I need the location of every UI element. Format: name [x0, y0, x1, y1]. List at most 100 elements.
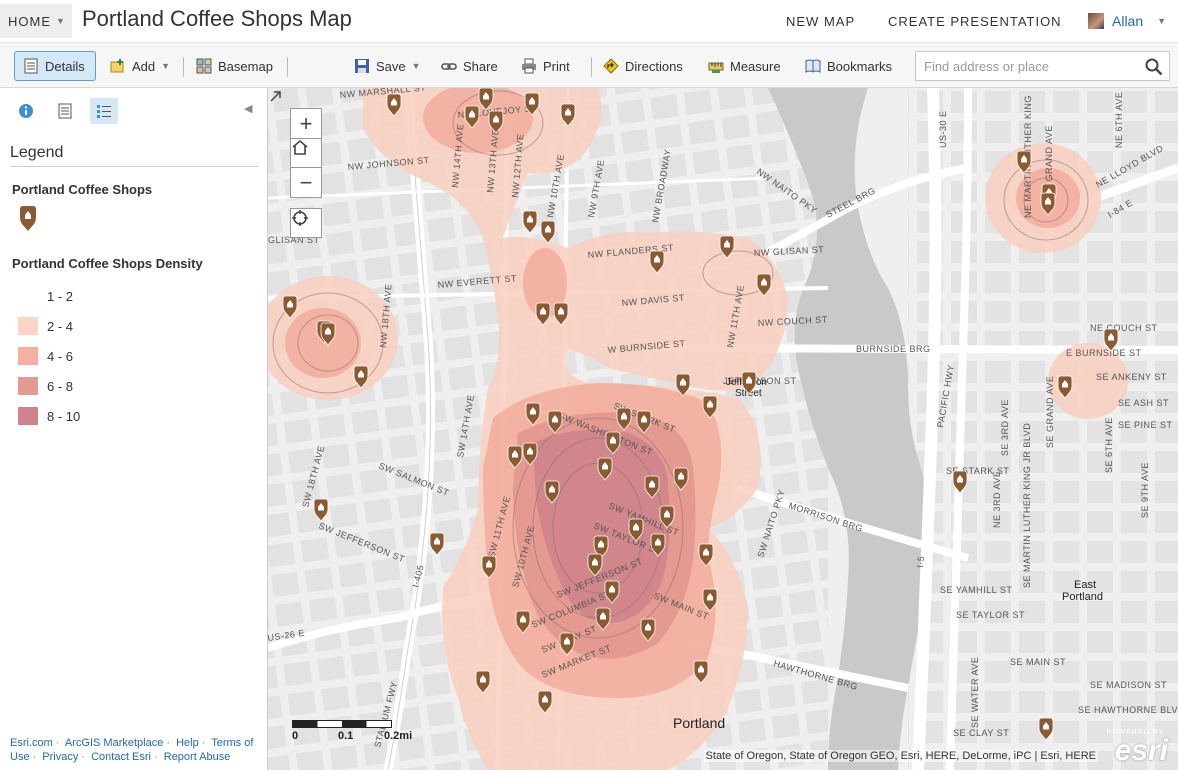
share-label: Share: [463, 58, 498, 74]
label-se-madison: SE MADISON ST: [1090, 680, 1167, 690]
add-button[interactable]: Add ▼: [110, 51, 170, 81]
coffee-marker-icon: [20, 206, 36, 231]
footer-link-privacy[interactable]: Privacy: [42, 751, 78, 763]
footer-link-report-abuse[interactable]: Report Abuse: [164, 751, 231, 763]
label-ne-6th: NE 6TH AVE: [1114, 92, 1124, 148]
content-list-icon: [58, 103, 72, 119]
details-button[interactable]: Details: [14, 51, 96, 81]
label-ne-couch: NE COUCH ST: [1090, 323, 1158, 333]
label-se-hawthorne: SE HAWTHORNE BLVD: [1078, 705, 1178, 715]
measure-label: Measure: [730, 58, 781, 74]
scale-label-0-1: 0.1: [338, 730, 354, 742]
scale-bar: [292, 720, 392, 728]
user-menu[interactable]: Allan ▼: [1088, 13, 1166, 29]
legend-class-label: 1 - 2: [47, 288, 74, 304]
chevron-down-icon: ▼: [56, 16, 66, 26]
new-map-link[interactable]: NEW MAP: [786, 14, 855, 29]
legend-list-icon: [97, 105, 111, 118]
locate-crosshair-icon: [292, 210, 308, 226]
home-menu[interactable]: HOME ▼: [0, 4, 72, 38]
search-box: [915, 51, 1170, 81]
layer-title-coffee-shops: Portland Coffee Shops: [12, 182, 153, 197]
legend-swatch: [18, 407, 38, 425]
basemap-grid-icon: [196, 58, 212, 74]
basemap-button[interactable]: Basemap: [196, 51, 273, 81]
footer-link-marketplace[interactable]: ArcGIS Marketplace: [65, 737, 163, 749]
legend-class-label: 6 - 8: [47, 378, 74, 394]
legend-swatch: [18, 287, 38, 305]
create-presentation-link[interactable]: CREATE PRESENTATION: [888, 14, 1062, 29]
bookmarks-button[interactable]: Bookmarks: [805, 51, 892, 81]
legend-class-label: 8 - 10: [47, 408, 81, 424]
legend-swatch: [18, 317, 38, 335]
print-button[interactable]: Print: [521, 51, 570, 81]
page-title: Portland Coffee Shops Map: [82, 6, 352, 31]
save-disk-icon: [355, 59, 369, 73]
share-button[interactable]: Share: [441, 51, 498, 81]
label-us-30-e: US-30 E: [938, 110, 948, 148]
esri-logo[interactable]: esri: [1115, 734, 1168, 768]
add-layer-icon: [110, 59, 124, 73]
legend-title: Legend: [10, 144, 64, 161]
legend-class-5: 8 - 10: [18, 406, 80, 426]
bookmarks-label: Bookmarks: [827, 58, 893, 74]
info-icon: [19, 104, 33, 118]
search-input[interactable]: [916, 53, 1136, 79]
sidebar: ◀ Legend Portland Coffee Shops Portland …: [0, 88, 268, 770]
legend-class-2: 2 - 4: [18, 316, 73, 336]
add-label: Add: [132, 58, 156, 74]
bookmarks-book-icon: [805, 59, 821, 73]
label-i-5: I-5: [915, 555, 926, 568]
label-se-6th: SE 6TH AVE: [1104, 417, 1114, 473]
tab-legend[interactable]: [90, 98, 118, 124]
label-e-burnside: E BURNSIDE ST: [1066, 348, 1142, 358]
user-name: Allan: [1112, 13, 1144, 29]
details-icon: [24, 58, 38, 74]
save-button[interactable]: Save ▼: [354, 51, 421, 81]
home-extent-button[interactable]: [290, 138, 322, 168]
measure-ruler-icon: [708, 62, 724, 73]
collapse-panel-icon[interactable]: ◀: [244, 102, 252, 115]
footer-link-esri[interactable]: Esri.com: [10, 737, 53, 749]
label-portland: Portland: [673, 715, 725, 731]
label-burnside-brg: BURNSIDE BRG: [856, 344, 931, 354]
label-se-9th: SE 9TH AVE: [1140, 462, 1150, 518]
directions-icon: [603, 58, 619, 74]
measure-button[interactable]: Measure: [708, 51, 781, 81]
label-se-yamhill: SE YAMHILL ST: [940, 585, 1012, 595]
expand-icon[interactable]: [268, 88, 284, 104]
legend-swatch: [18, 377, 38, 395]
label-east-portland-1: East: [1074, 579, 1096, 591]
toolbar-divider: [183, 57, 184, 77]
map-view[interactable]: NW MARSHALL ST NW LOVEJOY ST NW JOHNSON …: [268, 88, 1178, 770]
toolbar: Details Add ▼ Basemap Save ▼ Share Print…: [0, 42, 1178, 88]
scale-label-0: 0: [292, 730, 299, 742]
label-se-3rd: SE 3RD AVE: [1000, 399, 1010, 456]
footer-links: Esri.com · ArcGIS Marketplace · Help · Term…: [10, 737, 254, 763]
label-east-portland-2: Portland: [1062, 591, 1103, 603]
chevron-down-icon: ▼: [1157, 16, 1167, 26]
legend-class-label: 4 - 6: [47, 348, 74, 364]
legend-swatch: [18, 347, 38, 365]
legend-class-4: 6 - 8: [18, 376, 73, 396]
search-icon[interactable]: [1145, 58, 1163, 76]
label-se-ash: SE ASH ST: [1118, 398, 1169, 408]
legend-class-label: 2 - 4: [47, 318, 74, 334]
app-header: HOME ▼ Portland Coffee Shops Map NEW MAP…: [0, 0, 1178, 42]
directions-button[interactable]: Directions: [603, 51, 683, 81]
zoom-out-button[interactable]: −: [290, 168, 322, 198]
locate-button[interactable]: [290, 208, 322, 238]
tab-about[interactable]: [12, 98, 40, 124]
map-canvas[interactable]: NW MARSHALL ST NW LOVEJOY ST NW JOHNSON …: [268, 88, 1178, 770]
chevron-down-icon: ▼: [161, 61, 171, 71]
label-se-water: SE WATER AVE: [970, 657, 980, 728]
tab-content[interactable]: [51, 98, 79, 124]
footer-link-help[interactable]: Help: [176, 737, 199, 749]
label-se-ankeny: SE ANKENY ST: [1096, 372, 1167, 382]
directions-label: Directions: [625, 58, 683, 74]
share-link-icon: [441, 63, 457, 70]
legend-class-3: 4 - 6: [18, 346, 73, 366]
label-se-clay: SE CLAY ST: [953, 728, 1009, 738]
zoom-in-button[interactable]: +: [290, 108, 322, 138]
footer-link-contact[interactable]: Contact Esri: [91, 751, 151, 763]
